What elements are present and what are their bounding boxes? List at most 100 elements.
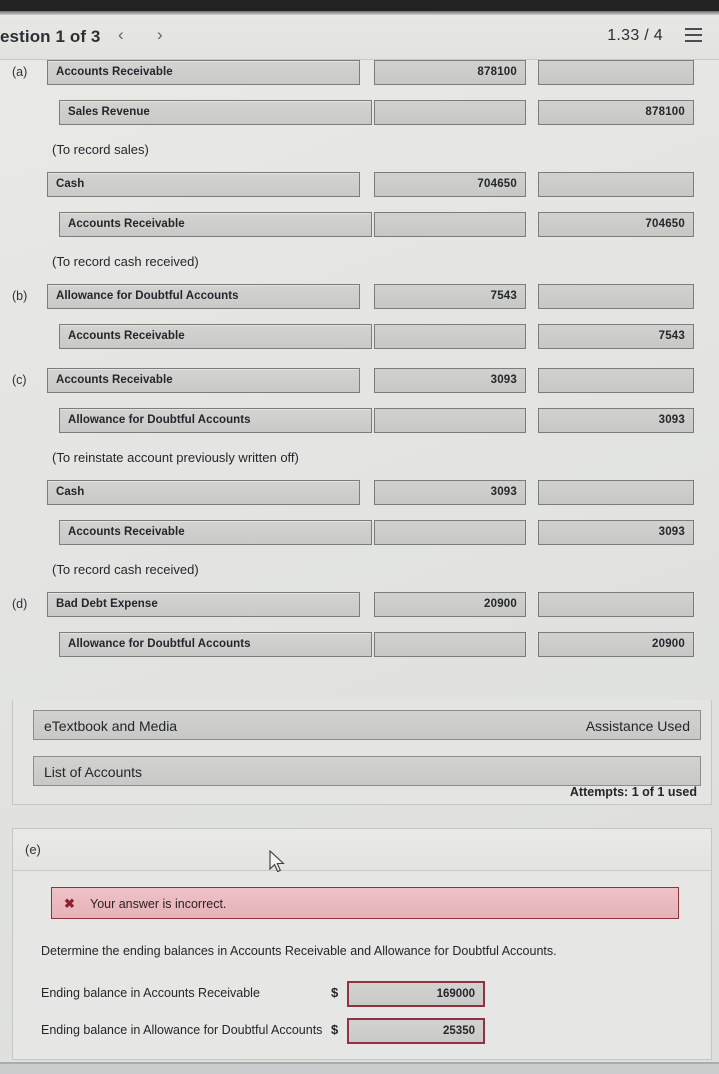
credit-amount-value: 3093 (658, 526, 685, 538)
credit-amount-input[interactable] (538, 60, 694, 85)
chevron-left-icon[interactable]: ‹ (118, 25, 124, 45)
credit-amount-input[interactable] (538, 172, 694, 197)
list-menu-icon[interactable] (685, 28, 705, 46)
device-bezel (0, 0, 719, 15)
account-name-select[interactable]: Accounts Receivable (59, 212, 372, 237)
debit-amount-value: 7543 (490, 290, 517, 302)
account-name-value: Cash (56, 178, 85, 190)
debit-amount-input[interactable]: 3093 (374, 368, 526, 393)
question-header: estion 1 of 3 ‹ › 1.33 / 4 (0, 16, 719, 60)
debit-amount-input[interactable] (374, 632, 526, 657)
debit-amount-input[interactable]: 20900 (374, 592, 526, 617)
account-name-value: Allowance for Doubtful Accounts (68, 414, 251, 426)
journal-memo-line: (To record sales) (52, 142, 149, 157)
account-name-value: Accounts Receivable (68, 526, 185, 538)
incorrect-answer-banner: ✖ Your answer is incorrect. (51, 887, 679, 919)
attempts-status: Attempts: 1 of 1 used (569, 785, 697, 799)
debit-amount-input[interactable] (374, 100, 526, 125)
part-e-card: (e) ✖ Your answer is incorrect. Determin… (12, 828, 712, 1060)
credit-amount-input[interactable]: 3093 (538, 408, 694, 433)
credit-amount-input[interactable]: 7543 (538, 324, 694, 349)
journal-entry-row: (b) Allowance for Doubtful Accounts 7543 (0, 284, 719, 310)
journal-entry-row: Cash 3093 (0, 480, 719, 506)
debit-amount-input[interactable]: 878100 (374, 60, 526, 85)
account-name-select[interactable]: Allowance for Doubtful Accounts (47, 284, 360, 309)
account-name-value: Accounts Receivable (68, 330, 185, 342)
debit-amount-input[interactable] (374, 324, 526, 349)
journal-entry-label: (a) (12, 65, 28, 79)
device-bottom-edge (0, 1062, 719, 1074)
currency-symbol: $ (331, 1022, 339, 1037)
credit-amount-input[interactable] (538, 592, 694, 617)
account-name-value: Allowance for Doubtful Accounts (56, 290, 239, 302)
account-name-select[interactable]: Accounts Receivable (59, 520, 372, 545)
account-name-value: Bad Debt Expense (56, 598, 158, 610)
ending-balance-input[interactable]: 25350 (347, 1018, 485, 1044)
assistance-used-label: Assistance Used (585, 718, 690, 734)
ending-balance-input[interactable]: 169000 (347, 981, 485, 1007)
debit-amount-value: 3093 (490, 374, 517, 386)
journal-entry-label: (c) (12, 373, 27, 387)
account-name-select[interactable]: Accounts Receivable (47, 60, 360, 85)
journal-entry-row: Accounts Receivable 3093 (0, 520, 719, 546)
journal-entry-row: (a) Accounts Receivable 878100 (0, 60, 719, 86)
debit-amount-input[interactable] (374, 212, 526, 237)
debit-amount-input[interactable]: 704650 (374, 172, 526, 197)
journal-entry-row: Accounts Receivable 7543 (0, 324, 719, 350)
account-name-value: Sales Revenue (68, 106, 150, 118)
debit-amount-input[interactable] (374, 520, 526, 545)
credit-amount-input[interactable]: 878100 (538, 100, 694, 125)
journal-entry-row: Sales Revenue 878100 (0, 100, 719, 126)
x-mark-icon: ✖ (64, 896, 75, 911)
credit-amount-input[interactable]: 704650 (538, 212, 694, 237)
journal-entry-label: (d) (12, 597, 28, 611)
mouse-cursor (269, 850, 285, 873)
etextbook-label: eTextbook and Media (44, 718, 178, 734)
debit-amount-value: 3093 (490, 486, 517, 498)
credit-amount-input[interactable] (538, 368, 694, 393)
account-name-select[interactable]: Sales Revenue (59, 100, 372, 125)
part-e-tag: (e) (25, 842, 41, 857)
ending-balance-value: 169000 (436, 988, 475, 1000)
credit-amount-input[interactable]: 20900 (538, 632, 694, 657)
credit-amount-value: 7543 (658, 330, 685, 342)
account-name-select[interactable]: Allowance for Doubtful Accounts (59, 632, 372, 657)
journal-entry-row: Accounts Receivable 704650 (0, 212, 719, 238)
etextbook-and-media-button[interactable]: eTextbook and Media Assistance Used (33, 710, 701, 740)
debit-amount-value: 878100 (477, 66, 517, 78)
account-name-value: Accounts Receivable (56, 66, 173, 78)
journal-entry-row: Allowance for Doubtful Accounts 3093 (0, 408, 719, 434)
list-of-accounts-button[interactable]: List of Accounts (33, 756, 701, 786)
chevron-right-icon[interactable]: › (157, 25, 163, 45)
credit-amount-input[interactable] (538, 284, 694, 309)
account-name-select[interactable]: Accounts Receivable (59, 324, 372, 349)
account-name-select[interactable]: Accounts Receivable (47, 368, 360, 393)
journal-entry-row: (d) Bad Debt Expense 20900 (0, 592, 719, 618)
journal-entry-row: Cash 704650 (0, 172, 719, 198)
debit-amount-value: 20900 (484, 598, 517, 610)
ending-balance-row: Ending balance in Allowance for Doubtful… (13, 1018, 711, 1044)
debit-amount-value: 704650 (477, 178, 517, 190)
ending-balance-value: 25350 (443, 1025, 475, 1037)
account-name-select[interactable]: Cash (47, 480, 360, 505)
journal-entry-row: (c) Accounts Receivable 3093 (0, 368, 719, 394)
part-e-prompt: Determine the ending balances in Account… (41, 944, 557, 958)
account-name-select[interactable]: Bad Debt Expense (47, 592, 360, 617)
account-name-select[interactable]: Allowance for Doubtful Accounts (59, 408, 372, 433)
account-name-value: Accounts Receivable (56, 374, 173, 386)
debit-amount-input[interactable]: 3093 (374, 480, 526, 505)
part-e-header: (e) (13, 829, 711, 871)
account-name-select[interactable]: Cash (47, 172, 360, 197)
credit-amount-input[interactable]: 3093 (538, 520, 694, 545)
score-display: 1.33 / 4 (607, 27, 663, 44)
debit-amount-input[interactable]: 7543 (374, 284, 526, 309)
ending-balance-label: Ending balance in Allowance for Doubtful… (41, 1023, 323, 1037)
journal-entry-label: (b) (12, 289, 28, 303)
account-name-value: Accounts Receivable (68, 218, 185, 230)
ending-balance-label: Ending balance in Accounts Receivable (41, 986, 260, 1000)
debit-amount-input[interactable] (374, 408, 526, 433)
journal-entry-table: (a) Accounts Receivable 878100 Sales Revenu… (0, 60, 719, 700)
page-title: estion 1 of 3 (0, 27, 101, 46)
credit-amount-input[interactable] (538, 480, 694, 505)
journal-memo-line: (To reinstate account previously written… (52, 450, 299, 465)
